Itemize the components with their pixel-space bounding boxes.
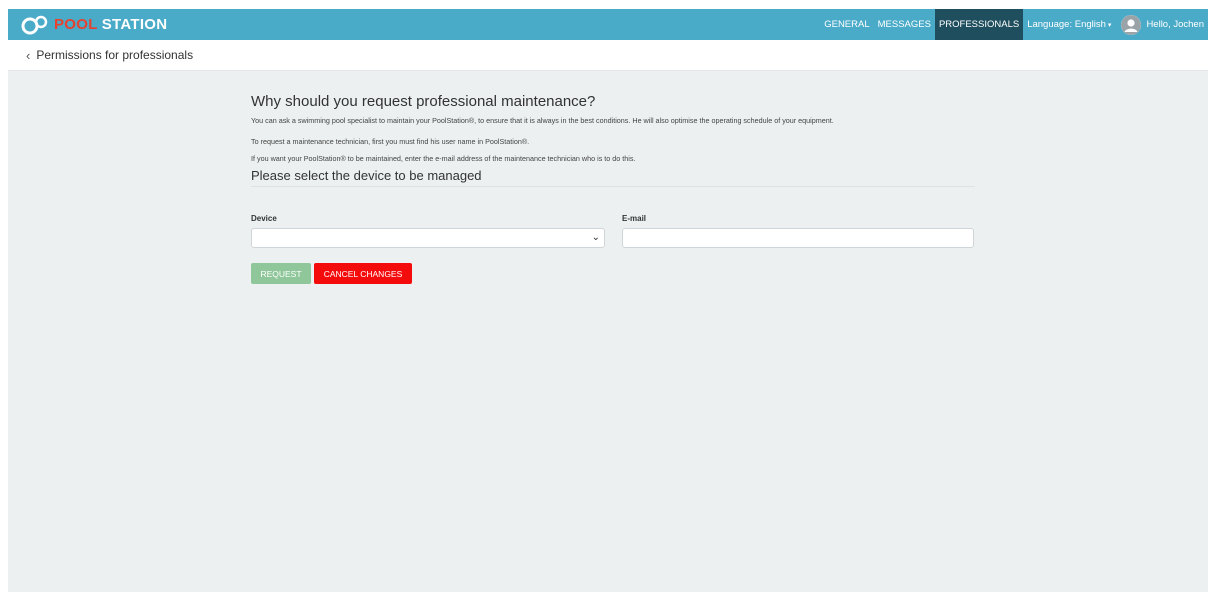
- chevron-down-icon: ⌄: [591, 232, 600, 243]
- breadcrumb-label: Permissions for professionals: [36, 48, 194, 62]
- cancel-changes-button[interactable]: CANCEL CHANGES: [314, 263, 412, 284]
- language-label: Language: English: [1027, 19, 1106, 30]
- email-input[interactable]: [622, 228, 974, 248]
- page-title: Why should you request professional main…: [251, 93, 596, 110]
- user-icon: [1121, 14, 1142, 35]
- top-strip: [0, 0, 1208, 9]
- brand-name-station: STATION: [101, 16, 168, 33]
- avatar[interactable]: [1121, 14, 1142, 35]
- brand-logo[interactable]: POOL STATION: [20, 9, 167, 40]
- nav-general[interactable]: GENERAL: [820, 9, 873, 40]
- intro-paragraph: You can ask a swimming pool specialist t…: [251, 116, 834, 125]
- main-content: Why should you request professional main…: [8, 71, 1208, 592]
- device-label: Device: [251, 214, 277, 223]
- device-select[interactable]: ⌄: [251, 228, 605, 248]
- top-navbar: POOL STATION GENERAL MESSAGES PROFESSION…: [8, 9, 1208, 40]
- language-dropdown[interactable]: Language: English ▾: [1023, 9, 1115, 40]
- content-panel: Why should you request professional main…: [251, 93, 975, 187]
- breadcrumb: ‹ Permissions for professionals: [8, 40, 1208, 71]
- email-label: E-mail: [622, 214, 647, 223]
- nav-messages[interactable]: MESSAGES: [874, 9, 935, 40]
- user-greeting[interactable]: Hello, Jochen: [1141, 9, 1208, 40]
- back-chevron-icon[interactable]: ‹: [26, 48, 30, 63]
- logo-icon: [20, 15, 50, 35]
- instruction-paragraph: To request a maintenance technician, fir…: [251, 137, 530, 146]
- section-heading: Please select the device to be managed: [251, 168, 975, 187]
- email-instruction-paragraph: If you want your PoolStation® to be main…: [251, 154, 636, 163]
- request-button[interactable]: REQUEST: [251, 263, 311, 284]
- brand-name-pool: POOL: [54, 16, 98, 33]
- caret-down-icon: ▾: [1107, 21, 1112, 29]
- nav-menu: GENERAL MESSAGES PROFESSIONALS Language:…: [820, 9, 1208, 40]
- nav-professionals[interactable]: PROFESSIONALS: [934, 9, 1024, 40]
